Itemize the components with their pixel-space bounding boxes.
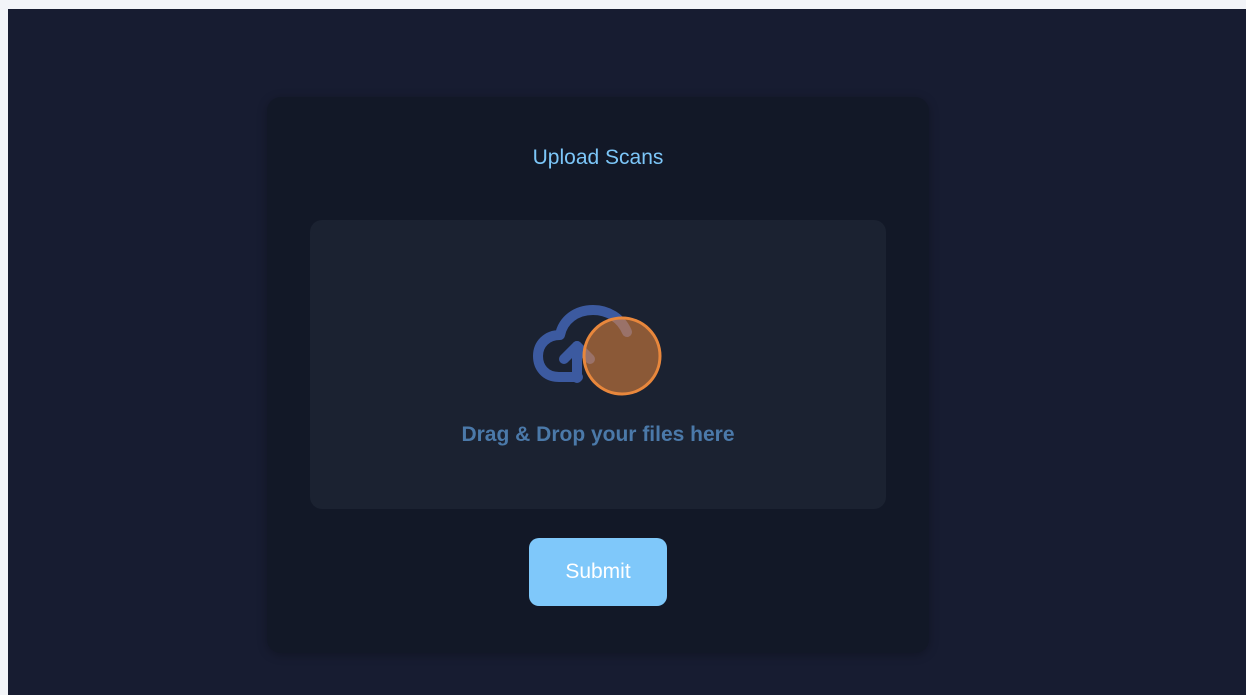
submit-button[interactable]: Submit bbox=[529, 538, 667, 606]
upload-card: Upload Scans Drag & Drop your files here… bbox=[267, 97, 929, 653]
upload-title: Upload Scans bbox=[532, 146, 664, 169]
cloud-upload-icon bbox=[533, 305, 662, 396]
app-background: Upload Scans Drag & Drop your files here… bbox=[8, 9, 1246, 695]
file-dropzone[interactable]: Drag & Drop your files here bbox=[310, 220, 886, 509]
dropzone-text: Drag & Drop your files here bbox=[461, 423, 735, 446]
